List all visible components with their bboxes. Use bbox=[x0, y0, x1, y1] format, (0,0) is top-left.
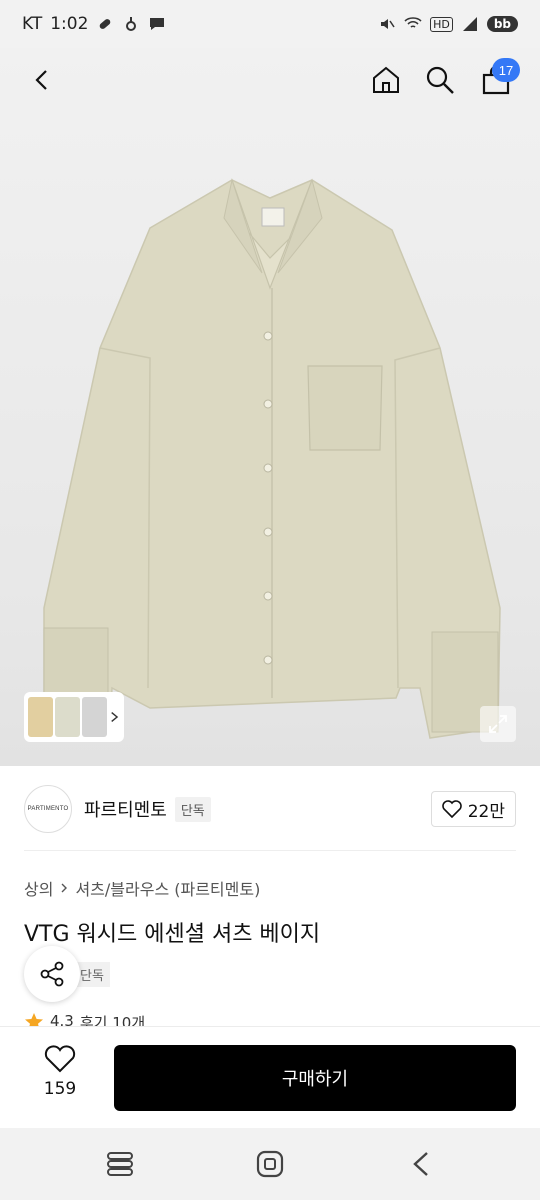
thumbnail-1[interactable] bbox=[28, 697, 54, 737]
notification-icon bbox=[126, 17, 137, 31]
back-button[interactable] bbox=[20, 58, 64, 102]
share-icon bbox=[40, 961, 64, 987]
expand-icon bbox=[489, 715, 507, 733]
home-square-icon bbox=[256, 1150, 284, 1178]
signal-icon bbox=[462, 17, 477, 31]
breadcrumb: 상의 셔츠/블라우스 (파르티멘토) bbox=[24, 876, 260, 900]
breadcrumb-subcategory[interactable]: 셔츠/블라우스 (파르티멘토) bbox=[75, 876, 260, 900]
brand-name[interactable]: 파르티멘토 bbox=[84, 796, 167, 822]
brand-like-count: 22만 bbox=[467, 801, 505, 822]
carrier-label: KT bbox=[22, 14, 43, 34]
brand-row[interactable]: PARTIMENTO 파르티멘토 단독 22만 bbox=[24, 784, 516, 834]
wifi-icon bbox=[404, 17, 422, 28]
search-icon bbox=[426, 66, 454, 94]
search-button[interactable] bbox=[418, 58, 462, 102]
pill-icon bbox=[100, 19, 111, 29]
heart-icon bbox=[44, 1045, 76, 1073]
mute-icon bbox=[381, 19, 395, 29]
star-icon bbox=[25, 1013, 43, 1026]
divider bbox=[24, 850, 516, 851]
back-arrow-icon bbox=[413, 1152, 428, 1176]
status-bar: KT 1:02 HD bb bbox=[0, 0, 540, 48]
back-icon bbox=[35, 70, 47, 90]
rating-value: 4.3 bbox=[50, 1012, 74, 1026]
cart-count-badge: 17 bbox=[492, 58, 520, 82]
share-button[interactable] bbox=[24, 946, 80, 1002]
system-nav-bar bbox=[0, 1128, 540, 1200]
chevron-right-icon bbox=[111, 711, 119, 723]
thumbnail-3[interactable] bbox=[82, 697, 108, 737]
app-pill: bb bbox=[486, 16, 518, 32]
breadcrumb-category[interactable]: 상의 bbox=[24, 876, 53, 900]
brand-like-button[interactable]: 22만 bbox=[430, 791, 516, 827]
product-title: VTG 워시드 에센셜 셔츠 베이지 bbox=[24, 922, 321, 947]
time-label: 1:02 bbox=[50, 14, 89, 34]
heart-icon bbox=[441, 800, 462, 818]
home-system-button[interactable] bbox=[252, 1146, 288, 1182]
home-button[interactable] bbox=[364, 58, 408, 102]
expand-image-button[interactable] bbox=[480, 706, 516, 742]
chevron-right-icon bbox=[61, 883, 68, 893]
thumbnail-2[interactable] bbox=[55, 697, 81, 737]
chat-icon bbox=[150, 18, 165, 30]
hd-label: HD bbox=[430, 16, 453, 32]
home-icon bbox=[373, 66, 399, 93]
back-system-button[interactable] bbox=[404, 1146, 440, 1182]
buy-button[interactable]: 구매하기 bbox=[114, 1045, 516, 1111]
review-count: 후기 10개 bbox=[79, 1014, 146, 1026]
image-thumbnails[interactable] bbox=[24, 692, 124, 742]
product-image[interactable] bbox=[0, 48, 540, 766]
recent-apps-button[interactable] bbox=[102, 1146, 138, 1182]
shirt-illustration bbox=[43, 178, 501, 739]
recent-apps-icon bbox=[107, 1152, 133, 1176]
top-nav: 17 bbox=[0, 48, 540, 112]
exclusive-tag: 단독 bbox=[174, 796, 211, 822]
wishlist-button[interactable]: 159 bbox=[30, 1045, 90, 1099]
brand-logo[interactable]: PARTIMENTO bbox=[24, 785, 72, 833]
bottom-action-bar: 159 구매하기 bbox=[0, 1026, 540, 1128]
rating-row[interactable]: 4.3 후기 10개 bbox=[24, 1012, 145, 1026]
wishlist-count: 159 bbox=[43, 1079, 77, 1099]
